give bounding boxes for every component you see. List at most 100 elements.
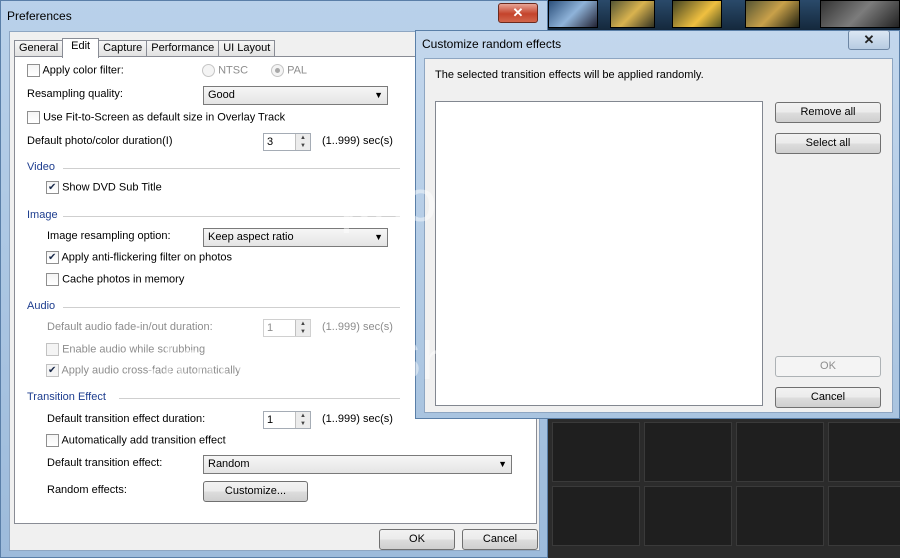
- background-panel-cell: [644, 486, 732, 546]
- resampling-quality-select[interactable]: Good ▼: [203, 86, 388, 105]
- up-arrow-icon[interactable]: ▲: [296, 412, 310, 420]
- auto-add-transition-row[interactable]: Automatically add transition effect: [46, 434, 226, 447]
- section-divider: [63, 168, 400, 169]
- anti-flicker-checkbox[interactable]: [46, 251, 59, 264]
- ntsc-label: NTSC: [218, 64, 249, 77]
- default-transition-select[interactable]: Random ▼: [203, 455, 512, 474]
- background-thumbnail: [548, 0, 598, 28]
- background-panel-cell: [828, 486, 900, 546]
- chevron-down-icon: ▼: [498, 459, 507, 469]
- tab-performance[interactable]: Performance: [146, 40, 220, 57]
- pal-option[interactable]: PAL: [271, 64, 307, 77]
- tab-edit[interactable]: Edit: [62, 38, 100, 58]
- default-duration-label: Default photo/color duration(I): [27, 135, 173, 147]
- auto-add-transition-checkbox[interactable]: [46, 434, 59, 447]
- cancel-button[interactable]: Cancel: [775, 387, 881, 408]
- window-title: Customize random effects: [422, 37, 562, 51]
- enable-scrubbing-checkbox[interactable]: [46, 343, 59, 356]
- transition-duration-value: 1: [267, 414, 274, 426]
- up-arrow-icon[interactable]: ▲: [296, 320, 310, 328]
- close-button[interactable]: ✕: [848, 30, 890, 50]
- resampling-quality-value: Good: [208, 89, 235, 101]
- fade-duration-stepper[interactable]: 1 ▲ ▼: [263, 319, 311, 337]
- tab-ui-layout[interactable]: UI Layout: [218, 40, 276, 57]
- image-resampling-select[interactable]: Keep aspect ratio ▼: [203, 228, 388, 247]
- close-button[interactable]: ✕: [498, 3, 538, 23]
- cross-fade-label: Apply audio cross-fade automatically: [61, 364, 241, 377]
- ntsc-radio[interactable]: [202, 64, 215, 77]
- effects-list[interactable]: [435, 101, 763, 406]
- cache-photos-label: Cache photos in memory: [62, 273, 185, 286]
- image-resampling-value: Keep aspect ratio: [208, 231, 294, 243]
- cross-fade-checkbox[interactable]: [46, 364, 59, 377]
- background-thumbnail: [745, 0, 800, 28]
- transition-duration-stepper[interactable]: 1 ▲ ▼: [263, 411, 311, 429]
- apply-color-filter-row[interactable]: Apply color filter:: [27, 64, 124, 77]
- enable-scrubbing-label: Enable audio while scrubbing: [62, 343, 206, 356]
- pal-radio[interactable]: [271, 64, 284, 77]
- background-thumbnail: [672, 0, 722, 28]
- preferences-titlebar: Preferences ✕: [1, 1, 547, 31]
- audio-section-title: Audio: [27, 300, 56, 312]
- window-title: Preferences: [7, 9, 72, 23]
- background-thumbnail: [610, 0, 655, 28]
- select-all-button[interactable]: Select all: [775, 133, 881, 154]
- tab-capture[interactable]: Capture: [98, 40, 148, 57]
- customize-button[interactable]: Customize...: [203, 481, 308, 502]
- background-panel-cell: [736, 486, 824, 546]
- down-arrow-icon[interactable]: ▼: [296, 328, 310, 336]
- fit-to-screen-label: Use Fit-to-Screen as default size in Ove…: [43, 111, 286, 124]
- show-dvd-subtitle-row[interactable]: Show DVD Sub Title: [46, 181, 162, 194]
- background-thumbnail: [820, 0, 900, 28]
- image-section-title: Image: [27, 209, 58, 221]
- down-arrow-icon[interactable]: ▼: [296, 142, 310, 150]
- apply-color-filter-label: Apply color filter:: [42, 64, 124, 77]
- cancel-button[interactable]: Cancel: [462, 529, 538, 550]
- transition-duration-range: (1..999) sec(s): [322, 413, 393, 425]
- section-divider: [63, 216, 400, 217]
- show-dvd-subtitle-checkbox[interactable]: [46, 181, 59, 194]
- cross-fade-row[interactable]: Apply audio cross-fade automatically: [46, 364, 241, 377]
- background-panel-cell: [552, 486, 640, 546]
- enable-scrubbing-row[interactable]: Enable audio while scrubbing: [46, 343, 205, 356]
- fade-duration-value: 1: [267, 322, 274, 334]
- section-divider: [119, 398, 400, 399]
- ok-button[interactable]: OK: [775, 356, 881, 377]
- background-panel-cell: [828, 422, 900, 482]
- apply-color-filter-checkbox[interactable]: [27, 64, 40, 77]
- default-duration-value: 3: [267, 136, 274, 148]
- customize-body: The selected transition effects will be …: [424, 58, 893, 413]
- stepper-buttons[interactable]: ▲ ▼: [295, 134, 310, 150]
- auto-add-transition-label: Automatically add transition effect: [61, 434, 226, 447]
- cache-photos-checkbox[interactable]: [46, 273, 59, 286]
- default-duration-range: (1..999) sec(s): [322, 135, 393, 147]
- default-transition-label: Default transition effect:: [47, 457, 163, 469]
- ntsc-option[interactable]: NTSC: [202, 64, 248, 77]
- default-duration-stepper[interactable]: 3 ▲ ▼: [263, 133, 311, 151]
- down-arrow-icon[interactable]: ▼: [296, 420, 310, 428]
- customize-message: The selected transition effects will be …: [435, 69, 704, 81]
- resampling-quality-label: Resampling quality:: [27, 88, 123, 100]
- background-panel-cell: [736, 422, 824, 482]
- customize-random-effects-window: Customize random effects ✕ The selected …: [415, 30, 900, 419]
- chevron-down-icon: ▼: [374, 90, 383, 100]
- fit-to-screen-checkbox[interactable]: [27, 111, 40, 124]
- close-icon: ✕: [863, 32, 875, 47]
- remove-all-button[interactable]: Remove all: [775, 102, 881, 123]
- fade-duration-label: Default audio fade-in/out duration:: [47, 321, 213, 333]
- fade-duration-range: (1..999) sec(s): [322, 321, 393, 333]
- up-arrow-icon[interactable]: ▲: [296, 134, 310, 142]
- transition-duration-label: Default transition effect duration:: [47, 413, 206, 425]
- cache-photos-row[interactable]: Cache photos in memory: [46, 273, 184, 286]
- stepper-buttons[interactable]: ▲ ▼: [295, 412, 310, 428]
- chevron-down-icon: ▼: [374, 232, 383, 242]
- transition-section-title: Transition Effect: [27, 391, 106, 403]
- pal-label: PAL: [287, 64, 308, 77]
- tab-general[interactable]: General: [14, 40, 64, 57]
- fit-to-screen-row[interactable]: Use Fit-to-Screen as default size in Ove…: [27, 111, 285, 124]
- anti-flicker-row[interactable]: Apply anti-flickering filter on photos: [46, 251, 232, 264]
- ok-button[interactable]: OK: [379, 529, 455, 550]
- stepper-buttons[interactable]: ▲ ▼: [295, 320, 310, 336]
- background-panel-cell: [644, 422, 732, 482]
- random-effects-label: Random effects:: [47, 484, 127, 496]
